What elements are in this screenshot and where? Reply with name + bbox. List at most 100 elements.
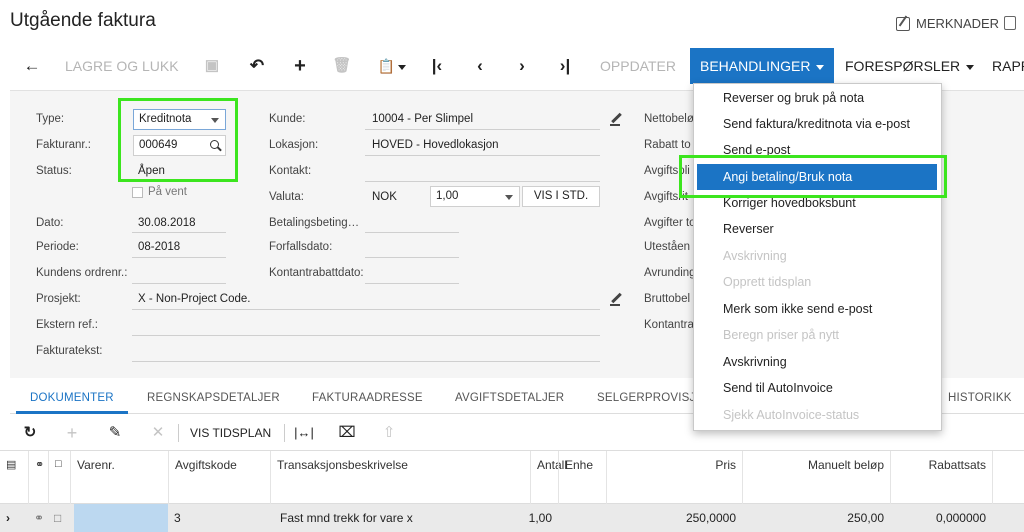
delete-row-icon[interactable]: ✕ (148, 416, 168, 450)
hold-checkbox[interactable] (132, 187, 143, 198)
back-arrow-icon[interactable]: ← (20, 48, 44, 84)
chevron-down-icon (505, 195, 513, 200)
cell-manual-amount[interactable]: 250,00 (742, 504, 890, 532)
notes-button[interactable]: MERKNADER (896, 16, 999, 31)
cell-price[interactable]: 250,0000 (606, 504, 742, 532)
currency-label: Valuta: (269, 191, 304, 203)
add-icon[interactable]: + (288, 48, 312, 84)
customer-label: Kunde: (269, 113, 306, 125)
currency-value[interactable]: NOK (372, 191, 397, 203)
col-description[interactable]: Transaksjonsbeskrivelse (270, 451, 530, 505)
edit-customer-icon[interactable] (610, 113, 622, 126)
cell-discount-rate[interactable]: 0,000000 (890, 504, 992, 532)
next-record-icon[interactable]: › (510, 48, 534, 84)
main-toolbar: ← LAGRE OG LUKK ▣ ↶ + 🗑 📋 |‹ ‹ › ›| OPPD… (0, 48, 1024, 84)
external-ref-label: Ekstern ref.: (36, 319, 98, 331)
col-uom[interactable]: Enhe (558, 451, 606, 505)
tab-invoice-address[interactable]: FAKTURAADRESSE (312, 382, 423, 414)
right-label: Uteståen (644, 241, 691, 253)
customer-value[interactable]: 10004 - Per Slimpel (372, 113, 473, 125)
menu-item-write-off-disabled[interactable]: Avskrivning (694, 243, 941, 269)
right-label: Rabatt to (644, 139, 691, 151)
first-record-icon[interactable]: |‹ (425, 48, 449, 84)
actions-dropdown-menu: Reverser og bruk på nota Send faktura/kr… (693, 83, 942, 431)
col-qty[interactable]: Antall (530, 451, 567, 505)
reports-menu-button[interactable]: RAPP (992, 48, 1024, 84)
right-label: Avrunding (644, 267, 696, 279)
add-row-icon[interactable]: + (62, 416, 82, 450)
cell-uom[interactable] (558, 504, 606, 532)
period-value[interactable]: 08-2018 (138, 241, 180, 253)
project-value[interactable]: X - Non-Project Code. (138, 293, 251, 305)
edit-notes-icon (896, 16, 910, 31)
view-schedule-button[interactable]: VIS TIDSPLAN (190, 416, 271, 450)
status-label: Status: (36, 165, 72, 177)
tab-tax-details[interactable]: AVGIFTSDETALJER (455, 382, 564, 414)
date-value[interactable]: 30.08.2018 (138, 217, 196, 229)
location-label: Lokasjon: (269, 139, 319, 151)
fit-columns-icon[interactable]: |↔| (293, 416, 315, 450)
attachment-icon[interactable]: ⚭ (28, 504, 48, 532)
customer-order-label: Kundens ordrenr.: (36, 267, 128, 279)
col-discount-rate[interactable]: Rabattsats (890, 451, 992, 505)
cash-discount-date-label: Kontantrabattdato: (269, 267, 364, 279)
upload-icon[interactable]: ⇧ (378, 416, 400, 450)
menu-item-create-schedule[interactable]: Opprett tidsplan (694, 269, 941, 295)
menu-item-email-invoice[interactable]: Send faktura/kreditnota via e-post (694, 111, 941, 137)
copy-paste-icon[interactable]: 📋 (375, 48, 409, 84)
invoice-text-label: Fakturatekst: (36, 345, 103, 357)
chevron-down-icon (966, 64, 975, 70)
menu-item-recalculate-prices[interactable]: Beregn priser på nytt (694, 322, 941, 348)
col-manual-amount[interactable]: Manuelt beløp (742, 451, 890, 505)
menu-item-write-off[interactable]: Avskrivning (694, 349, 941, 375)
actions-label: BEHANDLINGER (700, 58, 811, 74)
page-title: Utgående faktura (10, 10, 156, 31)
right-label: Avgifter to (644, 217, 696, 229)
right-label: Kontantra (644, 319, 694, 331)
tab-accounting-details[interactable]: REGNSKAPSDETALJER (147, 382, 280, 414)
actions-menu-button[interactable]: BEHANDLINGER (690, 48, 835, 84)
title-bar: Utgående faktura MERKNADER (0, 0, 1024, 46)
hold-label: På vent (148, 186, 187, 198)
rate-select[interactable]: 1,00 (430, 186, 520, 207)
cell-item[interactable] (74, 504, 168, 532)
col-tax-code[interactable]: Avgiftskode (168, 451, 270, 505)
delete-icon[interactable]: 🗑 (330, 48, 354, 84)
cell-tax-code[interactable]: 3 (168, 504, 270, 532)
menu-item-reverse-apply-memo[interactable]: Reverser og bruk på nota (694, 85, 941, 111)
edit-project-icon[interactable] (610, 293, 622, 306)
tab-documents[interactable]: DOKUMENTER (16, 382, 128, 414)
col-item[interactable]: Varenr. (70, 451, 168, 505)
cell-qty[interactable]: 1,00 (490, 504, 558, 532)
rate-value: 1,00 (436, 190, 459, 202)
clipboard-icon[interactable] (1004, 16, 1016, 30)
document-icon: □ (48, 451, 70, 505)
highlight-pay-apply-memo (679, 155, 947, 198)
right-label: Nettobelø (644, 113, 694, 125)
refresh-icon[interactable]: ↻ (20, 416, 40, 450)
undo-icon[interactable]: ↶ (245, 48, 269, 84)
type-label: Type: (36, 113, 65, 125)
refresh-button[interactable]: OPPDATER (600, 48, 676, 84)
save-close-button[interactable]: LAGRE OG LUKK (65, 48, 179, 84)
menu-item-check-autoinvoice[interactable]: Sjekk AutoInvoice-status (694, 402, 941, 428)
location-value[interactable]: HOVED - Hovedlokasjon (372, 139, 499, 151)
menu-item-reverse[interactable]: Reverser (694, 216, 941, 242)
edit-row-icon[interactable]: ✎ (105, 416, 125, 450)
menu-item-send-autoinvoice[interactable]: Send til AutoInvoice (694, 375, 941, 401)
tab-salesperson-commission[interactable]: SELGERPROVISJ (597, 382, 695, 414)
contact-label: Kontakt: (269, 165, 312, 177)
tab-history[interactable]: HISTORIKK (948, 382, 1012, 414)
inquiries-menu-button[interactable]: FORESPØRSLER (845, 48, 975, 84)
last-record-icon[interactable]: ›| (553, 48, 577, 84)
previous-record-icon[interactable]: ‹ (468, 48, 492, 84)
project-label: Prosjekt: (36, 293, 81, 305)
row-selector-icon: ▤ (6, 459, 17, 471)
export-excel-icon[interactable]: ⌧ (336, 416, 358, 450)
table-row[interactable]: › ⚭ □ 3 Fast mnd trekk for vare x 1,00 2… (0, 504, 1024, 532)
view-base-button[interactable]: VIS I STD. (522, 186, 600, 207)
menu-item-mark-dont-email[interactable]: Merk som ikke send e-post (694, 296, 941, 322)
document-icon[interactable]: □ (48, 504, 70, 532)
save-icon[interactable]: ▣ (200, 48, 224, 84)
col-price[interactable]: Pris (606, 451, 742, 505)
